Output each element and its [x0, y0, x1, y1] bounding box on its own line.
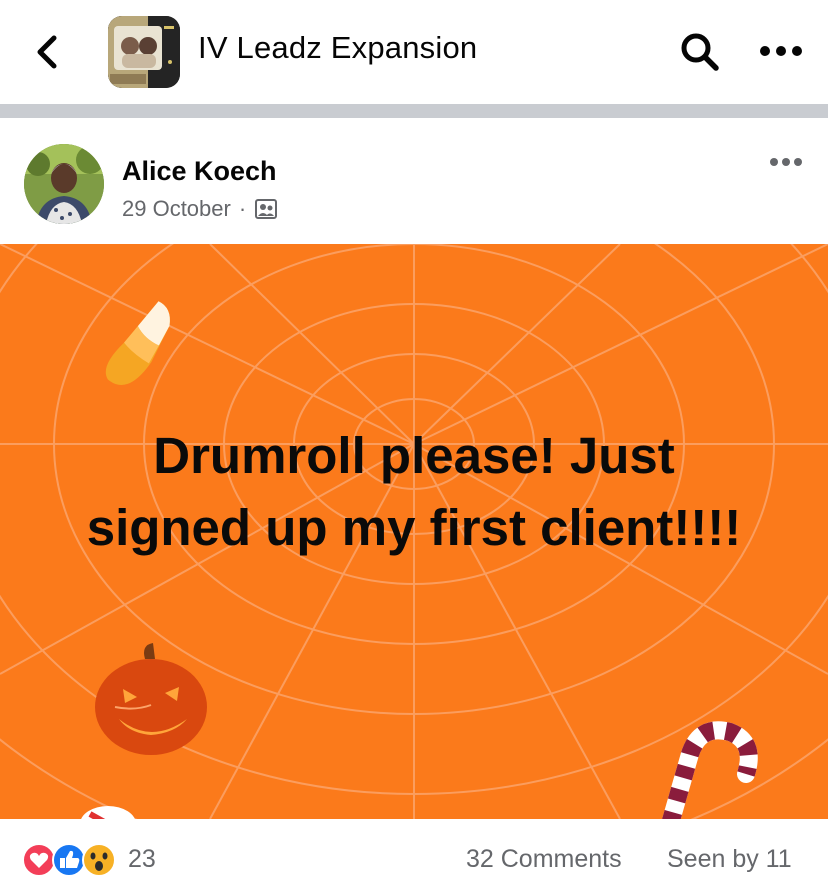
- group-more-button[interactable]: [758, 36, 804, 66]
- reaction-count[interactable]: 23: [128, 845, 156, 874]
- author-name[interactable]: Alice Koech: [122, 156, 277, 187]
- post-image[interactable]: Drumroll please! Just signed up my first…: [0, 244, 828, 819]
- post-header: Alice Koech 29 October ·: [0, 118, 828, 244]
- back-button[interactable]: [28, 30, 68, 74]
- chevron-left-icon: [37, 35, 57, 69]
- author-avatar[interactable]: [24, 144, 104, 224]
- more-horizontal-icon: [770, 158, 802, 166]
- meta-separator: ·: [238, 196, 247, 221]
- like-reaction-icon: [52, 843, 86, 877]
- group-cover-image: [108, 16, 180, 88]
- post-date[interactable]: 29 October: [122, 196, 231, 222]
- seen-by-count[interactable]: Seen by 11: [667, 845, 792, 874]
- group-members-icon: [255, 199, 278, 219]
- group-header-bar: IV Leadz Expansion: [0, 0, 828, 104]
- wow-reaction-icon: [82, 843, 116, 877]
- post-more-button[interactable]: [766, 150, 806, 174]
- group-title[interactable]: IV Leadz Expansion: [198, 30, 477, 66]
- group-cover-thumbnail[interactable]: [108, 16, 180, 88]
- post-meta: 29 October ·: [122, 196, 278, 222]
- post-text: Drumroll please! Just signed up my first…: [86, 427, 742, 556]
- author-avatar-image: [24, 144, 104, 224]
- post-footer: 23 32 Comments Seen by 11: [0, 819, 828, 891]
- search-button[interactable]: [678, 30, 722, 74]
- comments-count[interactable]: 32 Comments: [466, 845, 622, 874]
- love-reaction-icon: [22, 843, 56, 877]
- search-icon: [681, 33, 719, 71]
- more-horizontal-icon: [760, 46, 802, 56]
- reaction-icons[interactable]: [22, 843, 122, 877]
- section-divider: [0, 104, 828, 118]
